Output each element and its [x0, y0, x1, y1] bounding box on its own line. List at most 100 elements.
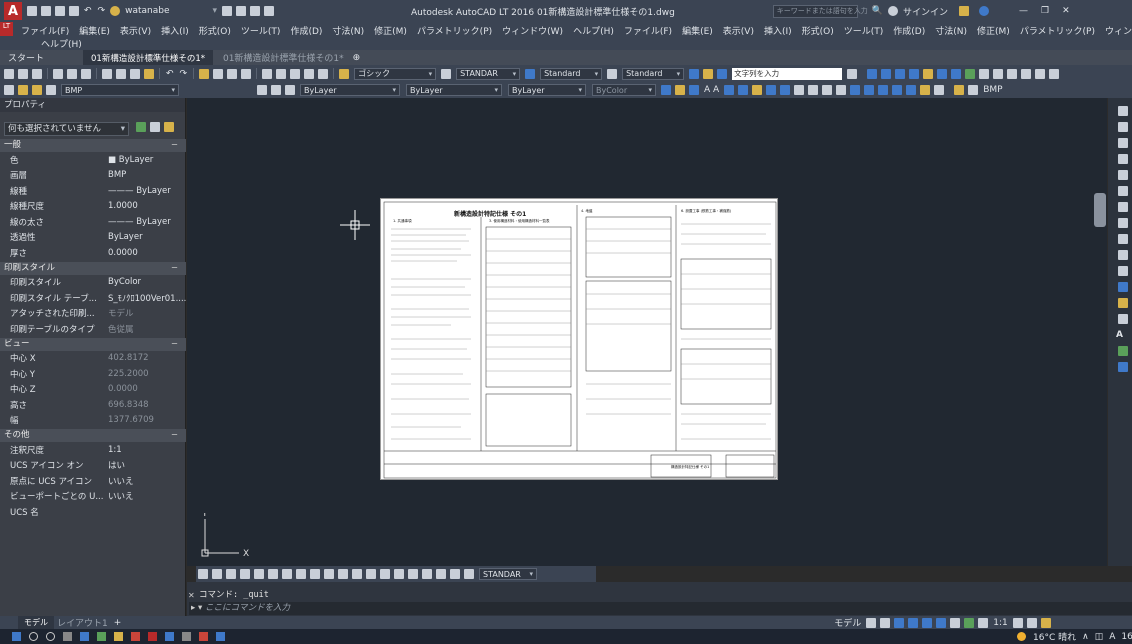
- property-value[interactable]: ByColor: [108, 277, 186, 287]
- menu2-draw[interactable]: 作成(D): [893, 24, 925, 37]
- qa-icon-2[interactable]: [236, 6, 247, 16]
- tb2-icon-11[interactable]: [822, 85, 833, 95]
- network-icon[interactable]: ◫: [1095, 632, 1104, 642]
- quick-access-dropdown-icon[interactable]: ▾: [212, 6, 217, 16]
- windows-start-icon[interactable]: [12, 632, 21, 641]
- clock[interactable]: 16:41: [1121, 632, 1132, 642]
- tb-icon-m[interactable]: [993, 68, 1004, 79]
- add-layout-icon[interactable]: +: [114, 618, 122, 628]
- spline-tool-icon[interactable]: [1118, 138, 1128, 148]
- insert-block-icon[interactable]: [1118, 346, 1128, 356]
- annotation-scale[interactable]: 1:1: [993, 618, 1007, 628]
- navigation-bar[interactable]: [1094, 193, 1106, 227]
- app-icon-5[interactable]: [216, 632, 225, 641]
- tb-paste-icon[interactable]: [130, 68, 140, 79]
- layer-tool-icon-3[interactable]: [285, 85, 295, 95]
- tb-icon-b[interactable]: [703, 68, 714, 79]
- property-value[interactable]: ■ ByLayer: [108, 155, 186, 165]
- revcloud-tool-icon[interactable]: [1118, 218, 1128, 228]
- tb-icon-i[interactable]: [937, 68, 948, 79]
- property-row[interactable]: 高さ 696.8348: [0, 397, 186, 413]
- new-tab-icon[interactable]: ⊕: [353, 53, 361, 63]
- tb-zoom-icon[interactable]: [213, 68, 224, 79]
- dim-aligned-icon[interactable]: [212, 569, 222, 579]
- weather-text[interactable]: 16°C 晴れ: [1033, 630, 1076, 643]
- property-value[interactable]: 1:1: [108, 445, 186, 455]
- workspace-gear-icon[interactable]: [110, 6, 121, 16]
- tb2-layer-lock-icon[interactable]: [968, 85, 979, 95]
- property-row[interactable]: 中心 X 402.8172: [0, 351, 186, 367]
- annotation-visibility-icon[interactable]: [978, 617, 989, 628]
- property-value[interactable]: 0.0000: [108, 384, 186, 394]
- layer-tool-icon-1[interactable]: [257, 85, 267, 95]
- qa-icon-1[interactable]: [222, 6, 233, 16]
- menu-format[interactable]: 形式(O): [199, 24, 231, 37]
- grid-icon[interactable]: [866, 617, 877, 628]
- property-row[interactable]: 印刷スタイル テーブ... S_ﾓﾉｸﾛ100Ver01....: [0, 290, 186, 306]
- property-value[interactable]: S_ﾓﾉｸﾛ100Ver01....: [108, 292, 186, 304]
- tb2-icon-16[interactable]: [892, 85, 903, 95]
- tb-open-icon[interactable]: [18, 68, 28, 79]
- menu-insert[interactable]: 挿入(I): [161, 24, 189, 37]
- property-row[interactable]: 透過性 ByLayer: [0, 230, 186, 246]
- menu2-insert[interactable]: 挿入(I): [764, 24, 792, 37]
- tb-icon-q[interactable]: [1049, 68, 1060, 79]
- menu-edit[interactable]: 編集(E): [79, 24, 110, 37]
- tolerance-icon[interactable]: [380, 569, 390, 579]
- tb-save-icon[interactable]: [32, 68, 42, 79]
- property-row[interactable]: 中心 Z 0.0000: [0, 382, 186, 398]
- save-icon[interactable]: [55, 6, 65, 16]
- property-value[interactable]: BMP: [108, 170, 186, 180]
- dim-text-edit-icon[interactable]: [450, 569, 460, 579]
- dim-radius-icon[interactable]: [254, 569, 264, 579]
- dim-edit-icon[interactable]: [436, 569, 446, 579]
- property-row[interactable]: 線種 ——— ByLayer: [0, 183, 186, 199]
- property-section-header[interactable]: 一般 −: [0, 139, 186, 152]
- tray-chevron-icon[interactable]: ∧: [1082, 632, 1089, 642]
- tb2-icon-3[interactable]: [689, 85, 699, 95]
- tb-sheetset-icon[interactable]: [304, 68, 315, 79]
- tb2-icon-15[interactable]: [878, 85, 889, 95]
- dim-quick-icon[interactable]: [310, 569, 320, 579]
- find-text-icon[interactable]: [847, 68, 858, 79]
- tb-icon-f[interactable]: [895, 68, 906, 79]
- app-menu-icon[interactable]: LT: [0, 22, 13, 36]
- tb-icon-o[interactable]: [1021, 68, 1032, 79]
- customize-icon[interactable]: [1026, 617, 1037, 628]
- tb-icon-p[interactable]: [1035, 68, 1046, 79]
- menu-tools[interactable]: ツール(T): [241, 24, 281, 37]
- dim-arc-icon[interactable]: [226, 569, 236, 579]
- property-row[interactable]: ビューポートごとの U... いいえ: [0, 489, 186, 505]
- layer-tool-icon-2[interactable]: [271, 85, 281, 95]
- model-space-button[interactable]: モデル: [834, 616, 861, 629]
- command-close-icon[interactable]: ✕: [188, 591, 195, 600]
- tb-zoom-window-icon[interactable]: [227, 68, 238, 79]
- restore-icon[interactable]: ❐: [1041, 6, 1049, 16]
- task-view-icon[interactable]: [63, 632, 72, 641]
- property-value[interactable]: 225.2000: [108, 369, 186, 379]
- tb-properties-icon[interactable]: [262, 68, 273, 79]
- layer-lock-icon[interactable]: [46, 85, 56, 95]
- menu2-tools[interactable]: ツール(T): [844, 24, 884, 37]
- workspace-user[interactable]: watanabe: [125, 6, 169, 16]
- menu-file[interactable]: ファイル(F): [21, 24, 69, 37]
- gradient-tool-icon[interactable]: [1118, 314, 1128, 324]
- dim-style-select[interactable]: STANDAR ▾: [479, 568, 537, 580]
- mleaderstyle-select[interactable]: Standard ▾: [622, 67, 685, 80]
- tb2-icon-5[interactable]: [738, 85, 749, 95]
- hatch-tool-icon[interactable]: [1118, 234, 1128, 244]
- collapse-icon[interactable]: −: [171, 429, 178, 442]
- app-icon-3[interactable]: [182, 632, 191, 641]
- signin-button[interactable]: サインイン: [903, 5, 948, 18]
- property-row[interactable]: 注釈尺度 1:1: [0, 442, 186, 458]
- tab-start[interactable]: スタート: [8, 51, 80, 64]
- jogged-linear-icon[interactable]: [422, 569, 432, 579]
- selection-cycling-icon[interactable]: [964, 617, 975, 628]
- property-row[interactable]: UCS 名: [0, 504, 186, 520]
- select-objects-icon[interactable]: [150, 122, 160, 132]
- tb-icon-a[interactable]: [689, 68, 700, 79]
- workspace-switch-icon[interactable]: [1012, 617, 1023, 628]
- collapse-icon[interactable]: −: [171, 338, 178, 351]
- signin-user-icon[interactable]: [888, 6, 898, 16]
- layer-right-label[interactable]: BMP: [983, 85, 1002, 95]
